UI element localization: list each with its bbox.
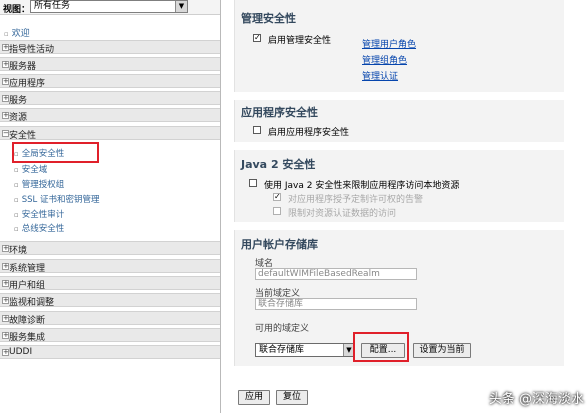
- nav-item-admin-auth-groups[interactable]: ▫ 管理授权组: [14, 178, 64, 190]
- nav-category-resources[interactable]: + 资源: [0, 108, 220, 123]
- restrict-auth-data-label: 限制对资源认证数据的访问: [288, 209, 397, 219]
- bullet-icon: ▫: [14, 225, 19, 233]
- java2-security-label: 使用 Java 2 安全性来限制应用程序访问本地资源: [264, 181, 460, 191]
- view-select-value: 所有任务: [34, 1, 71, 11]
- expand-icon[interactable]: +: [2, 44, 9, 51]
- expand-icon[interactable]: +: [2, 332, 9, 339]
- java2-security-panel: Java 2 安全性 使用 Java 2 安全性来限制应用程序访问本地资源 ✓ …: [234, 150, 564, 222]
- expand-icon[interactable]: +: [2, 78, 9, 85]
- nav-item-security-audit[interactable]: ▫ 安全性审计: [14, 208, 64, 220]
- nav-category-system-admin[interactable]: + 系统管理: [0, 259, 220, 274]
- java2-security-title: Java 2 安全性: [241, 158, 316, 171]
- expand-icon[interactable]: +: [2, 297, 9, 304]
- view-bar: 视图： 所有任务 ▼: [0, 0, 220, 15]
- nav-category-applications[interactable]: + 应用程序: [0, 74, 220, 89]
- bullet-icon: ▫: [4, 30, 9, 38]
- nav-category-users-groups[interactable]: + 用户和组: [0, 276, 220, 291]
- navigation-tree: 视图： 所有任务 ▼ ▫ 欢迎 + 指导性活动 + 服务器 + 应用程序 + 服务 + 资源…: [0, 0, 221, 413]
- custom-permission-warn-checkbox[interactable]: ✓: [273, 193, 281, 201]
- expand-icon[interactable]: +: [2, 245, 9, 252]
- java2-security-checkbox[interactable]: [249, 179, 257, 187]
- main-content: 管理安全性 ✓ 启用管理安全性 管理用户角色 管理组角色 管理认证 应用程序安全…: [222, 0, 588, 413]
- nav-category-service-integration[interactable]: + 服务集成: [0, 328, 220, 343]
- app-security-checkbox[interactable]: [253, 126, 261, 134]
- apply-button[interactable]: 应用: [238, 390, 270, 405]
- highlight-box: [12, 142, 99, 163]
- custom-permission-warn-label: 对应用程序授予定制许可权的告警: [288, 195, 424, 205]
- admin-security-title: 管理安全性: [241, 12, 296, 25]
- nav-category-monitoring[interactable]: + 监视和调整: [0, 293, 220, 308]
- admin-group-roles-link[interactable]: 管理组角色: [362, 53, 407, 66]
- admin-user-roles-link[interactable]: 管理用户角色: [362, 37, 416, 50]
- nav-item-bus-security[interactable]: ▫ 总线安全性: [14, 222, 64, 234]
- welcome-link[interactable]: ▫ 欢迎: [4, 26, 30, 39]
- admin-security-panel: 管理安全性 ✓ 启用管理安全性 管理用户角色 管理组角色 管理认证: [234, 0, 564, 92]
- highlight-box: [353, 332, 409, 362]
- expand-icon[interactable]: +: [2, 112, 9, 119]
- reset-button[interactable]: 复位: [276, 390, 308, 405]
- nav-category-services[interactable]: + 服务: [0, 91, 220, 106]
- user-registry-panel: 用户帐户存储库 域名 defaultWIMFileBasedRealm 当前域定…: [234, 230, 564, 366]
- app-security-panel: 应用程序安全性 启用应用程序安全性: [234, 100, 564, 142]
- nav-item-ssl[interactable]: ▫ SSL 证书和密钥管理: [14, 193, 99, 205]
- expand-icon[interactable]: +: [2, 280, 9, 287]
- bullet-icon: ▫: [14, 196, 19, 204]
- nav-category-environment[interactable]: + 环境: [0, 241, 220, 256]
- collapse-icon[interactable]: −: [2, 130, 9, 137]
- admin-security-checkbox[interactable]: ✓: [253, 34, 261, 42]
- realm-name-field[interactable]: defaultWIMFileBasedRealm: [255, 268, 417, 280]
- bullet-icon: ▫: [14, 211, 19, 219]
- expand-icon[interactable]: +: [2, 349, 9, 356]
- admin-security-label: 启用管理安全性: [268, 36, 332, 46]
- expand-icon[interactable]: +: [2, 263, 9, 270]
- bullet-icon: ▫: [14, 181, 19, 189]
- expand-icon[interactable]: +: [2, 95, 9, 102]
- app-security-label: 启用应用程序安全性: [268, 128, 350, 138]
- chevron-down-icon[interactable]: ▼: [175, 1, 187, 12]
- nav-category-servers[interactable]: + 服务器: [0, 57, 220, 72]
- restrict-auth-data-checkbox[interactable]: [273, 207, 281, 215]
- app-security-title: 应用程序安全性: [241, 106, 318, 119]
- nav-category-security[interactable]: − 安全性: [0, 126, 220, 141]
- view-select[interactable]: 所有任务 ▼: [30, 0, 188, 13]
- available-realm-select[interactable]: 联合存储库 ▼: [255, 343, 355, 357]
- available-realm-value: 联合存储库: [259, 345, 305, 355]
- nav-category-uddi[interactable]: + UDDI: [0, 345, 220, 359]
- bullet-icon: ▫: [14, 166, 19, 174]
- nav-category-guided[interactable]: + 指导性活动: [0, 40, 220, 55]
- watermark-text: 头条 @深海淡水: [488, 392, 584, 407]
- view-label: 视图：: [3, 5, 31, 15]
- set-as-current-button[interactable]: 设置为当前: [413, 343, 471, 358]
- nav-item-security-domains[interactable]: ▫ 安全域: [14, 163, 47, 175]
- expand-icon[interactable]: +: [2, 61, 9, 68]
- available-realm-label: 可用的域定义: [255, 324, 310, 334]
- admin-auth-link[interactable]: 管理认证: [362, 69, 398, 82]
- current-realm-field[interactable]: 联合存储库: [255, 298, 417, 310]
- user-registry-title: 用户帐户存储库: [241, 238, 318, 251]
- expand-icon[interactable]: +: [2, 315, 9, 322]
- nav-category-troubleshooting[interactable]: + 故障诊断: [0, 311, 220, 326]
